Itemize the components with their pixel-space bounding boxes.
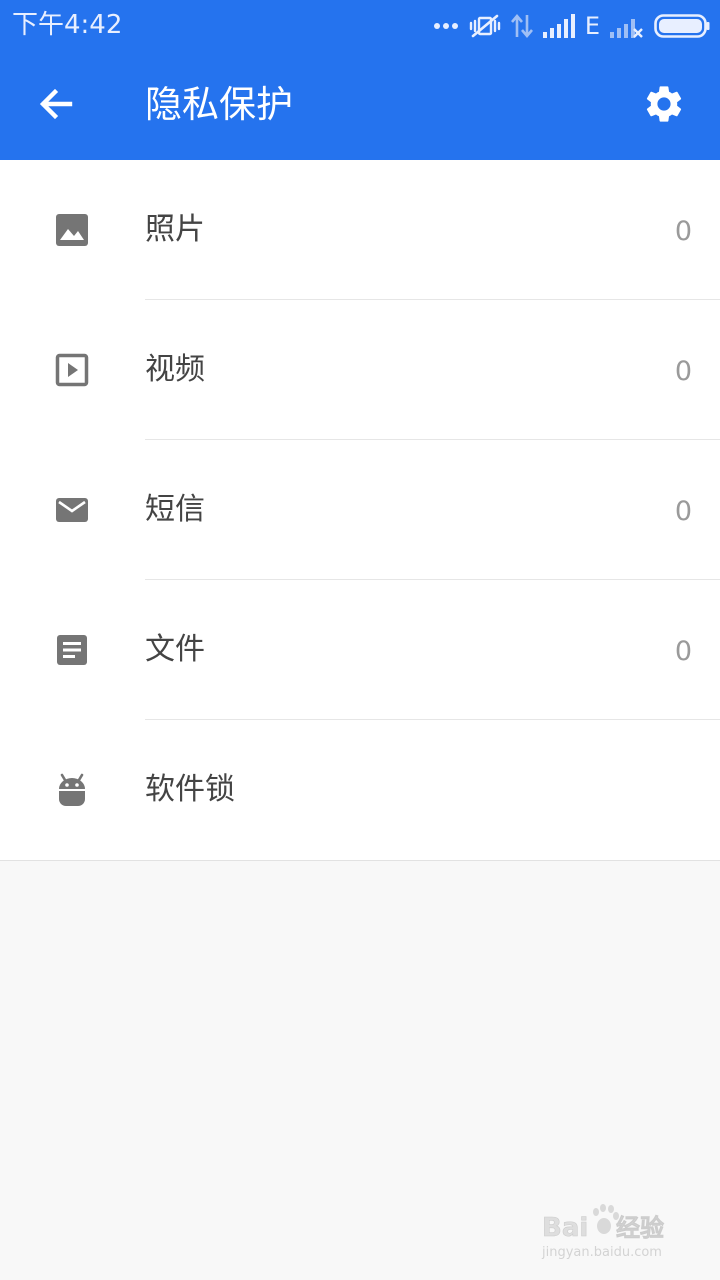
settings-button[interactable] [632,74,696,138]
arrow-back-icon [36,84,76,128]
data-transfer-icon [510,13,533,39]
signal-no-sim-icon [610,13,644,39]
svg-text:jingyan.baidu.com: jingyan.baidu.com [541,1245,662,1260]
toolbar: 隐私保护 [0,50,720,160]
list-item-sms[interactable]: 短信 0 [0,440,720,580]
page-title: 隐私保护 [145,83,293,126]
list-item-files[interactable]: 文件 0 [0,580,720,720]
item-count: 0 [674,356,692,387]
status-icons: E [433,10,710,42]
vibrate-mute-icon [469,12,501,40]
list-item-photos[interactable]: 照片 0 [0,160,720,300]
list-item-label: 文件 [145,632,205,667]
signal-icon [542,14,575,38]
back-button[interactable] [24,74,88,138]
list-item-label: 软件锁 [145,772,235,807]
baidu-jingyan-watermark: Bai 经验 jingyan.baidu.com [540,1202,680,1262]
item-count: 0 [674,216,692,247]
more-dots-icon [433,22,459,30]
svg-text:Bai: Bai [542,1213,588,1243]
network-type: E [584,12,600,40]
list-item-label: 短信 [145,492,205,527]
item-count: 0 [674,636,692,667]
image-icon [52,210,92,250]
battery-icon [654,14,710,38]
list-item-videos[interactable]: 视频 0 [0,300,720,440]
video-play-icon [52,350,92,390]
list-item-label: 视频 [145,352,205,387]
android-icon [52,770,92,810]
document-icon [52,630,92,670]
svg-text:经验: 经验 [616,1214,664,1242]
status-bar: 下午4:42 E [0,0,720,50]
status-time: 下午4:42 [12,10,123,40]
mail-icon [52,490,92,530]
app-header: 下午4:42 E 隐私保护 [0,0,720,160]
gear-icon [642,82,686,130]
list-item-label: 照片 [145,212,205,247]
item-count: 0 [674,496,692,527]
privacy-list: 照片 0 视频 0 短信 0 文件 0 软件锁 [0,160,720,861]
list-item-app-lock[interactable]: 软件锁 [0,720,720,860]
